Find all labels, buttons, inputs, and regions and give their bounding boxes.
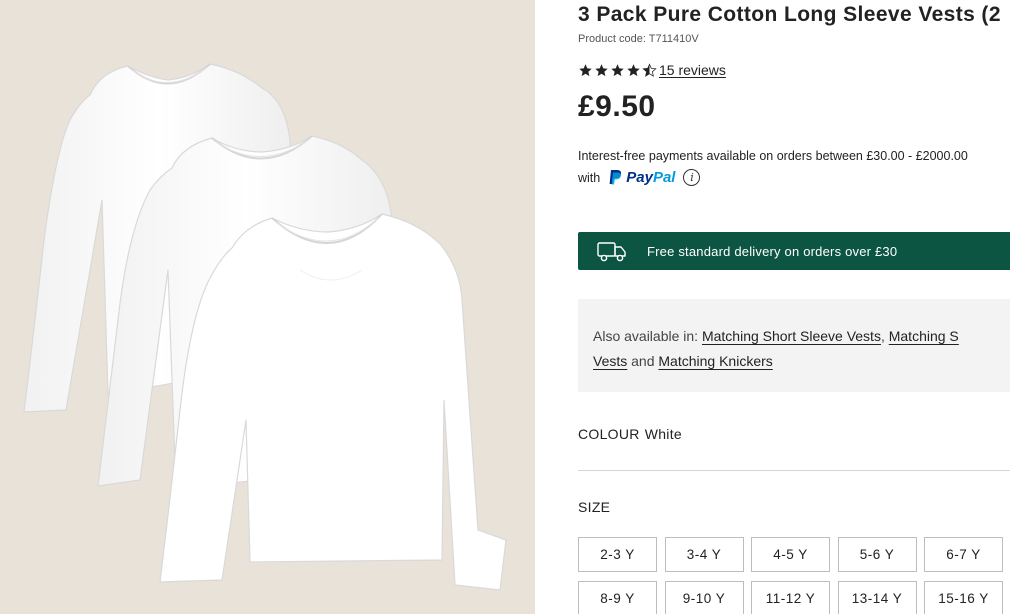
product-image[interactable]	[0, 0, 535, 614]
size-option-8-9y[interactable]: 8-9 Y	[578, 581, 657, 614]
paypal-prefix: with	[578, 170, 601, 185]
vests-illustration	[23, 63, 507, 591]
star-full-icon	[579, 63, 592, 76]
rating-row: 15 reviews	[578, 62, 726, 78]
star-full-icon	[627, 63, 640, 76]
paypal-word-pal: Pal	[652, 169, 676, 186]
size-option-15-16y[interactable]: 15-16 Y	[924, 581, 1003, 614]
truck-icon	[597, 242, 626, 262]
size-option-5-6y[interactable]: 5-6 Y	[837, 537, 917, 572]
size-option-11-12y[interactable]: 11-12 Y	[751, 581, 830, 614]
link-matching-vests[interactable]: Matching S	[889, 328, 959, 344]
link-matching-short-sleeve-vests[interactable]: Matching Short Sleeve Vests	[702, 328, 881, 344]
size-option-3-4y[interactable]: 3-4 Y	[664, 537, 744, 572]
size-option-4-5y[interactable]: 4-5 Y	[751, 537, 830, 572]
paypal-wordmark: PayPal	[626, 169, 675, 186]
colour-value: White	[644, 426, 682, 442]
reviews-link[interactable]: 15 reviews	[659, 62, 726, 78]
divider	[578, 470, 1010, 471]
colour-label: COLOUR	[578, 426, 640, 442]
info-icon[interactable]: i	[683, 169, 701, 186]
product-code: Product code: T711410V	[578, 33, 699, 45]
star-full-icon	[595, 63, 608, 76]
delivery-text: Free standard delivery on orders over £3…	[647, 243, 898, 259]
product-info-panel: 3 Pack Pure Cotton Long Sleeve Vests (2 …	[578, 0, 1010, 614]
also-available-prefix: Also available in:	[593, 328, 699, 344]
also-available-separator: ,	[880, 328, 885, 344]
interest-free-text: Interest-free payments available on orde…	[578, 149, 968, 163]
product-price: £9.50	[578, 90, 656, 123]
paypal-row: with PayPal i	[578, 169, 701, 186]
paypal-word-pay: Pay	[626, 169, 653, 186]
size-option-9-10y[interactable]: 9-10 Y	[664, 581, 744, 614]
star-rating	[578, 62, 657, 78]
product-title: 3 Pack Pure Cotton Long Sleeve Vests (2	[578, 3, 1001, 26]
size-option-6-7y[interactable]: 6-7 Y	[924, 537, 1003, 572]
delivery-banner: Free standard delivery on orders over £3…	[578, 232, 1010, 270]
colour-row: COLOUR White	[578, 426, 682, 442]
also-available-text: Also available in: Matching Short Sleeve…	[593, 324, 1010, 374]
size-option-13-14y[interactable]: 13-14 Y	[837, 581, 917, 614]
size-option-2-3y[interactable]: 2-3 Y	[578, 537, 657, 572]
star-half-icon	[642, 62, 657, 77]
link-matching-vests-cont[interactable]: Vests	[593, 353, 627, 369]
paypal-icon	[609, 170, 622, 185]
star-full-icon	[611, 63, 624, 76]
also-available-box: Also available in: Matching Short Sleeve…	[578, 299, 1010, 392]
paypal-logo: PayPal	[608, 169, 675, 186]
also-available-and: and	[631, 353, 655, 369]
link-matching-knickers[interactable]: Matching Knickers	[658, 353, 772, 369]
size-label: SIZE	[578, 499, 611, 515]
